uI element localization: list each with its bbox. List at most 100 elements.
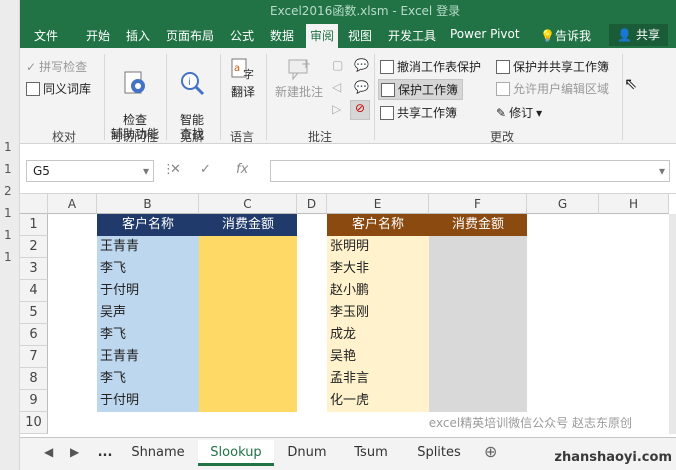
name-box-value: G5 bbox=[33, 164, 50, 178]
right-name-cell[interactable]: 吴艳 bbox=[327, 346, 429, 368]
sheet-tab-slookup[interactable]: Slookup bbox=[198, 440, 274, 466]
row-header[interactable]: 8 bbox=[20, 368, 48, 390]
spell-check-button[interactable]: ✓ 拼写检查 bbox=[26, 58, 87, 75]
translate-icon: a字 bbox=[231, 58, 254, 81]
bg-row-number: 1 bbox=[4, 140, 12, 154]
show-all-comments-icon[interactable]: 💬 bbox=[354, 80, 369, 94]
allow-edit-ranges-button[interactable]: 允许用户编辑区域 bbox=[496, 80, 609, 97]
tab-formulas[interactable]: 公式 bbox=[230, 27, 254, 44]
translate-button[interactable]: a字 翻译 bbox=[226, 56, 260, 99]
row-header[interactable]: 9 bbox=[20, 390, 48, 412]
share-button[interactable]: 👤 共享 bbox=[609, 24, 668, 46]
delete-comment-icon[interactable]: ▢ bbox=[332, 58, 343, 72]
worksheet-grid[interactable]: A B C D E F G H 1 2 3 4 5 6 7 8 9 10 客户名… bbox=[20, 194, 676, 437]
row-header[interactable]: 6 bbox=[20, 324, 48, 346]
share-workbook-button[interactable]: 共享工作簿 bbox=[380, 104, 457, 121]
thesaurus-button[interactable]: 同义词库 bbox=[26, 80, 91, 97]
col-header-e[interactable]: E bbox=[327, 194, 429, 214]
track-changes-button[interactable]: ✎ 修订 ▾ bbox=[496, 104, 542, 121]
protect-workbook-icon bbox=[381, 82, 395, 97]
protect-workbook-button[interactable]: 保护工作簿 bbox=[378, 79, 464, 100]
left-name-cell[interactable]: 于付明 bbox=[97, 390, 199, 412]
right-name-cell[interactable]: 李大非 bbox=[327, 258, 429, 280]
left-name-cell[interactable]: 李飞 bbox=[97, 258, 199, 280]
row-header[interactable]: 2 bbox=[20, 236, 48, 258]
right-amount-fill[interactable] bbox=[429, 236, 527, 412]
allow-edit-ranges-icon bbox=[496, 81, 510, 96]
tab-home[interactable]: 开始 bbox=[86, 27, 110, 44]
col-header-c[interactable]: C bbox=[199, 194, 297, 214]
insert-function-icon[interactable]: fx bbox=[236, 162, 248, 177]
sheet-tab-splites[interactable]: Splites bbox=[404, 440, 474, 466]
show-comment-icon[interactable]: 💬 bbox=[354, 58, 369, 72]
tab-tell-me[interactable]: 💡告诉我 bbox=[540, 27, 591, 44]
right-name-cell[interactable]: 李玉刚 bbox=[327, 302, 429, 324]
svg-text:a: a bbox=[234, 63, 240, 74]
right-name-cell[interactable]: 孟非言 bbox=[327, 368, 429, 390]
left-header-customer[interactable]: 客户名称 bbox=[97, 214, 199, 236]
right-name-cell[interactable]: 化一虎 bbox=[327, 390, 429, 412]
row-header[interactable]: 7 bbox=[20, 346, 48, 368]
svg-text:i: i bbox=[188, 77, 191, 88]
next-comment-icon[interactable]: ▷ bbox=[332, 102, 341, 116]
left-name-cell[interactable]: 王青青 bbox=[97, 236, 199, 258]
tab-insert[interactable]: 插入 bbox=[126, 27, 150, 44]
left-name-cell[interactable]: 吴声 bbox=[97, 302, 199, 324]
scroll-right-icon[interactable]: ▶ bbox=[70, 445, 79, 459]
left-name-cell[interactable]: 李飞 bbox=[97, 368, 199, 390]
tab-review[interactable]: 审阅 bbox=[306, 24, 339, 48]
vertical-scrollbar[interactable] bbox=[669, 214, 676, 434]
select-all-corner[interactable] bbox=[20, 194, 48, 214]
add-sheet-icon[interactable]: ⊕ bbox=[484, 442, 497, 461]
sheet-tab-shname[interactable]: Shname bbox=[120, 440, 196, 466]
tab-page-layout[interactable]: 页面布局 bbox=[166, 27, 214, 44]
group-label-language: 语言 bbox=[230, 130, 255, 144]
left-name-cell[interactable]: 于付明 bbox=[97, 280, 199, 302]
right-name-cell[interactable]: 赵小鹏 bbox=[327, 280, 429, 302]
right-name-cell[interactable]: 成龙 bbox=[327, 324, 429, 346]
spell-check-icon: ✓ bbox=[26, 59, 37, 74]
tab-power-pivot[interactable]: Power Pivot bbox=[450, 27, 520, 41]
row-header[interactable]: 4 bbox=[20, 280, 48, 302]
col-header-h[interactable]: H bbox=[599, 194, 669, 214]
cancel-icon[interactable]: ✕ bbox=[170, 162, 181, 177]
left-name-cell[interactable]: 王青青 bbox=[97, 346, 199, 368]
col-header-f[interactable]: F bbox=[429, 194, 527, 214]
new-comment-button[interactable]: + 新建批注 bbox=[272, 56, 326, 99]
col-header-g[interactable]: G bbox=[527, 194, 599, 214]
row-header[interactable]: 1 bbox=[20, 214, 48, 236]
left-amount-fill[interactable] bbox=[199, 236, 297, 412]
sheet-tab-tsum[interactable]: Tsum bbox=[340, 440, 402, 466]
tab-file[interactable]: 文件 bbox=[34, 27, 58, 44]
background-window-edge: 1 1 2 1 1 1 bbox=[0, 0, 20, 470]
right-header-amount[interactable]: 消费金额 bbox=[429, 214, 527, 236]
track-changes-icon: ✎ bbox=[496, 105, 507, 120]
tab-developer[interactable]: 开发工具 bbox=[388, 27, 436, 44]
protect-share-workbook-button[interactable]: 保护并共享工作簿 bbox=[496, 58, 609, 75]
tab-view[interactable]: 视图 bbox=[348, 27, 372, 44]
row-header[interactable]: 3 bbox=[20, 258, 48, 280]
col-header-b[interactable]: B bbox=[97, 194, 199, 214]
tab-data[interactable]: 数据 bbox=[270, 27, 294, 44]
row-header[interactable]: 10 bbox=[20, 412, 48, 434]
row-header[interactable]: 5 bbox=[20, 302, 48, 324]
col-header-a[interactable]: A bbox=[48, 194, 97, 214]
formula-input[interactable]: ▾ bbox=[270, 160, 670, 182]
enter-icon[interactable]: ✓ bbox=[200, 162, 211, 177]
sheet-tab-dnum[interactable]: Dnum bbox=[276, 440, 338, 466]
svg-text:+: + bbox=[301, 57, 311, 71]
sheet-tab-more[interactable]: ... bbox=[94, 440, 116, 466]
show-ink-icon[interactable]: ⊘ bbox=[350, 100, 370, 120]
group-separator bbox=[622, 54, 623, 140]
right-name-cell[interactable]: 张明明 bbox=[327, 236, 429, 258]
scroll-left-icon[interactable]: ◀ bbox=[44, 445, 53, 459]
col-header-d[interactable]: D bbox=[297, 194, 327, 214]
right-header-customer[interactable]: 客户名称 bbox=[327, 214, 429, 236]
protect-share-label: 保护并共享工作簿 bbox=[513, 60, 610, 74]
left-name-cell[interactable]: 李飞 bbox=[97, 324, 199, 346]
previous-comment-icon[interactable]: ◁ bbox=[332, 80, 341, 94]
left-header-amount[interactable]: 消费金额 bbox=[199, 214, 297, 236]
unprotect-sheet-button[interactable]: 撤消工作表保护 bbox=[380, 58, 481, 75]
share-workbook-icon bbox=[380, 105, 394, 120]
name-box[interactable]: G5 ▾ bbox=[26, 160, 154, 182]
